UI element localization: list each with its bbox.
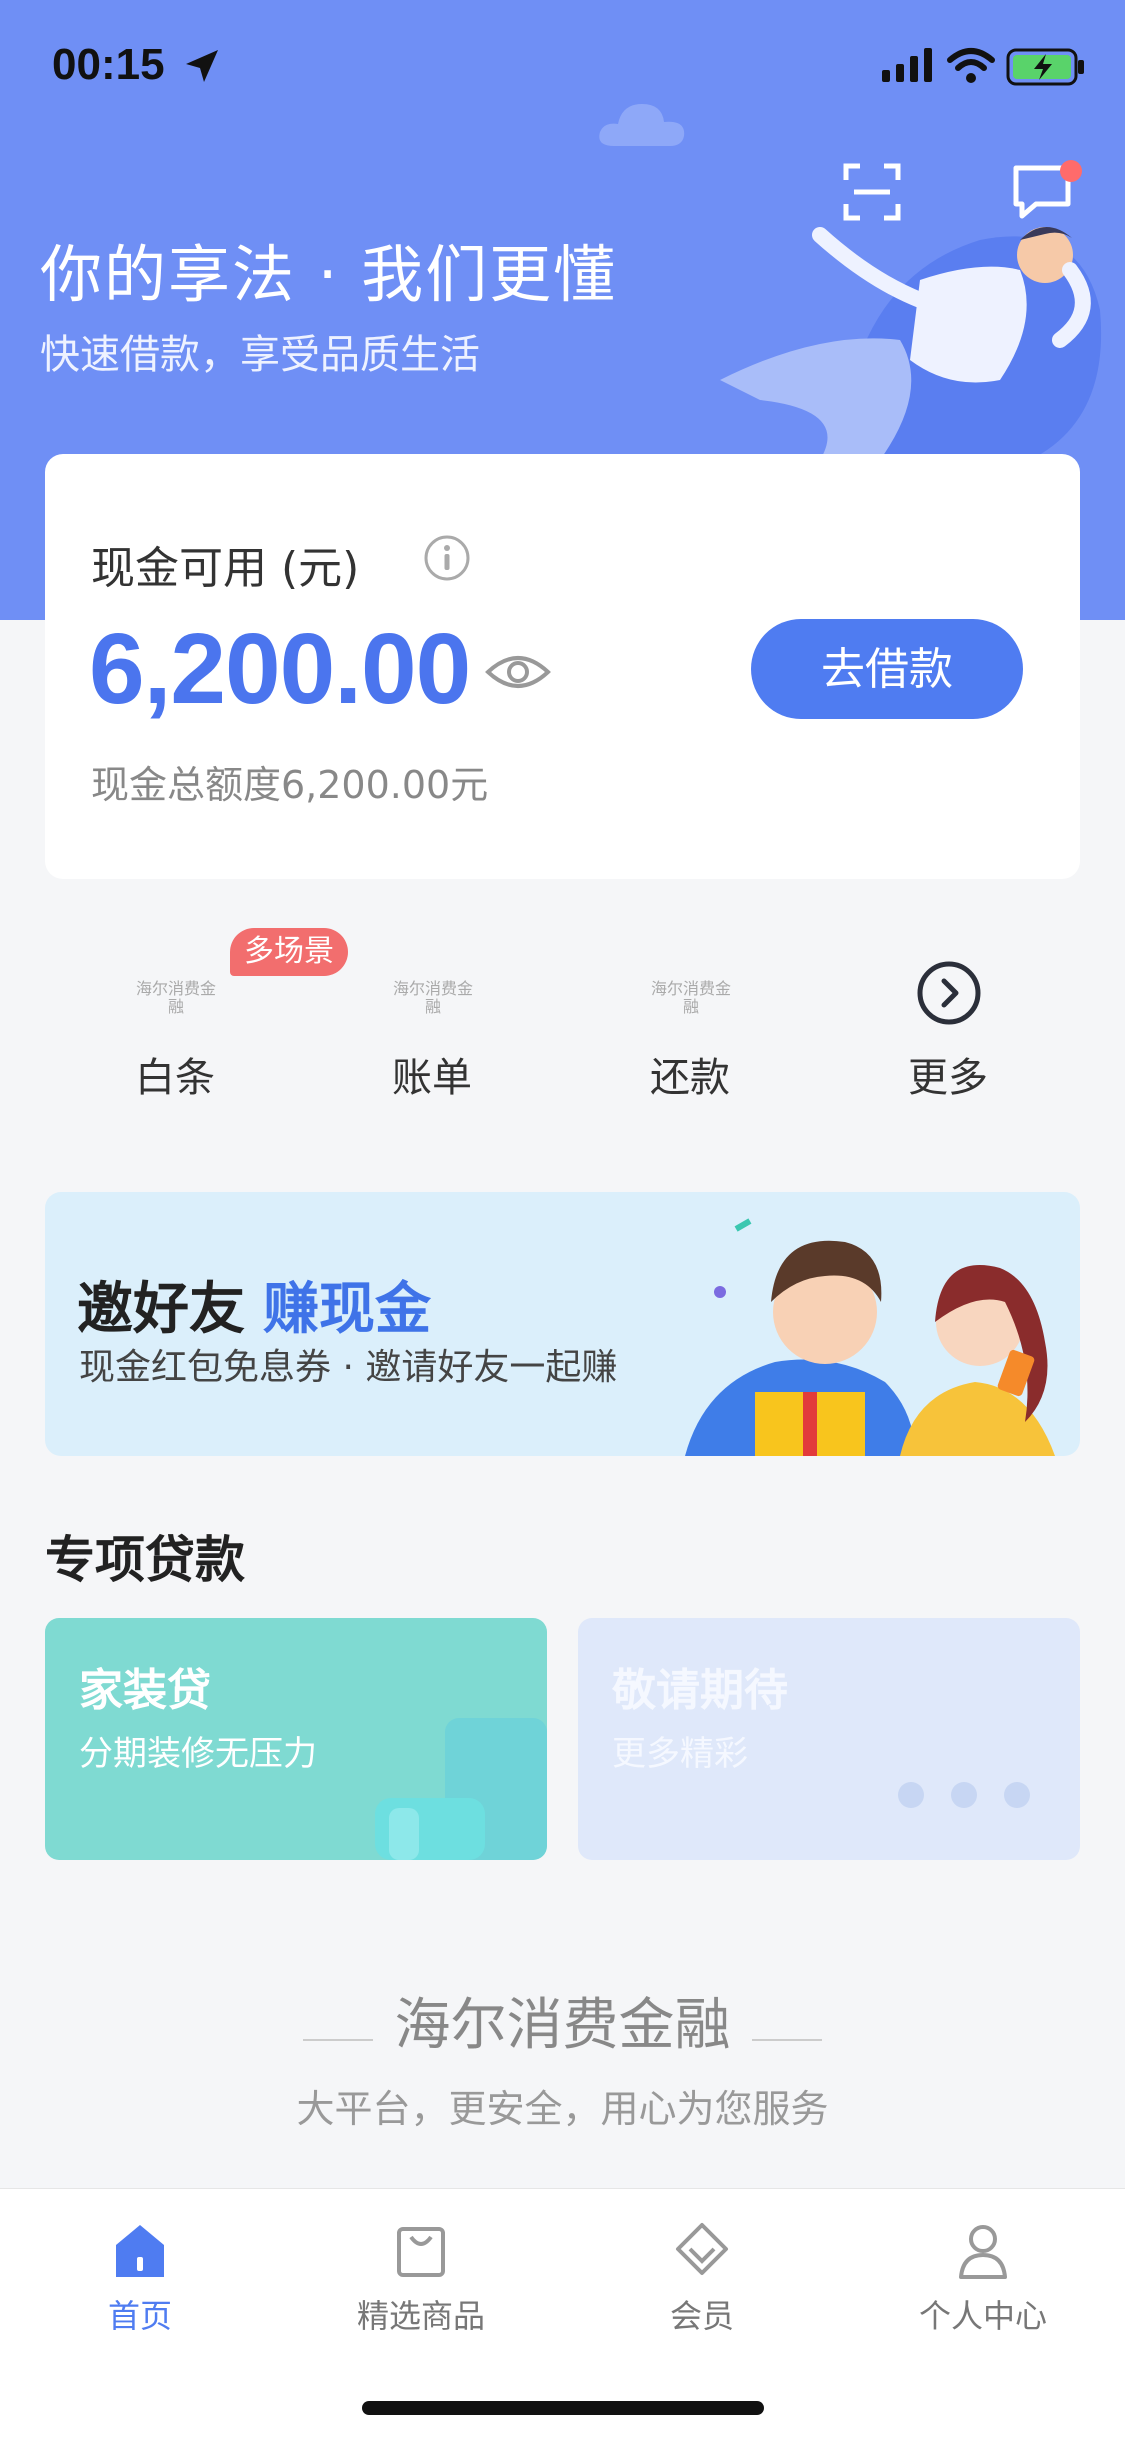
brand-logo: 海尔消费金融 — [394, 1993, 731, 2058]
sofa-icon — [375, 1718, 547, 1860]
loan-card-subtitle: 分期装修无压力 — [79, 1734, 317, 1774]
quick-item-label: 账单 — [392, 1055, 472, 1101]
message-unread-dot — [1060, 160, 1082, 182]
invite-title-main: 邀好友 — [77, 1277, 245, 1342]
wifi-icon — [947, 48, 995, 83]
cash-available-card: 现金可用 (元) 6,200.00 去借款 现金总额度6,200.00元 — [45, 454, 1080, 879]
status-bar: 00:15 — [0, 0, 1125, 140]
hero-subtitle: 快速借款，享受品质生活 — [40, 332, 480, 378]
bottom-tab-bar: 首页 精选商品 会员 个人中心 — [0, 2188, 1125, 2437]
hero-title: 你的享法 · 我们更懂 — [40, 238, 618, 311]
info-icon[interactable] — [423, 534, 471, 582]
tab-featured-products[interactable]: 精选商品 — [321, 2219, 521, 2337]
quick-item-repay[interactable]: 海尔消费金融 还款 — [605, 920, 775, 1120]
person-icon — [959, 2225, 1007, 2279]
invite-title-accent: 赚现金 — [263, 1277, 431, 1342]
tab-profile[interactable]: 个人中心 — [883, 2219, 1083, 2337]
divider-line — [751, 2038, 822, 2041]
friends-gift-illustration — [685, 1218, 1055, 1456]
quick-item-label: 白条 — [135, 1055, 215, 1101]
shopping-bag-icon — [397, 2227, 445, 2277]
tab-label: 个人中心 — [918, 2297, 1047, 2335]
loan-card-subtitle: 更多精彩 — [612, 1734, 748, 1774]
home-renovation-loan-card[interactable]: 家装贷 分期装修无压力 — [45, 1618, 547, 1860]
ellipsis-dots-icon — [898, 1782, 1030, 1808]
cash-available-label: 现金可用 (元) — [91, 543, 360, 594]
tab-membership[interactable]: 会员 — [602, 2219, 802, 2337]
cash-available-amount: 6,200.00 — [89, 613, 471, 725]
tab-label: 精选商品 — [356, 2297, 485, 2335]
borrow-button[interactable]: 去借款 — [751, 619, 1023, 719]
cellular-signal-icon — [882, 48, 932, 82]
tab-label: 首页 — [107, 2297, 172, 2335]
tab-label: 会员 — [669, 2297, 734, 2335]
invite-title: 邀好友 赚现金 — [77, 1264, 431, 1345]
cloud-decoration — [599, 104, 685, 146]
eye-icon[interactable] — [485, 650, 551, 694]
home-icon — [116, 2225, 164, 2277]
invite-subtitle: 现金红包免息券 · 邀请好友一起赚 — [79, 1347, 618, 1388]
quick-item-more[interactable]: 更多 — [863, 920, 1033, 1120]
chevron-right-circle-icon — [917, 961, 981, 1025]
quick-menu: 海尔消费金融 多场景 白条 海尔消费金融 账单 海尔消费金融 还款 更多 — [45, 920, 1080, 1120]
loan-card-title: 敬请期待 — [612, 1665, 788, 1716]
quick-item-bill[interactable]: 海尔消费金融 账单 — [347, 920, 517, 1120]
scan-icon[interactable] — [842, 162, 902, 222]
quick-item-baitiao[interactable]: 海尔消费金融 多场景 白条 — [90, 920, 348, 1120]
divider-line — [303, 2038, 374, 2041]
brand-slogan: 大平台，更安全，用心为您服务 — [296, 2087, 829, 2131]
location-arrow-icon — [186, 50, 218, 82]
brand-logo-icon: 海尔消费金融 — [135, 979, 216, 1016]
tag-icon — [676, 2223, 728, 2275]
home-indicator — [362, 2401, 764, 2415]
tab-home[interactable]: 首页 — [40, 2219, 240, 2337]
footer-brand: 海尔消费金融 — [0, 1980, 1125, 2061]
multi-scene-badge: 多场景 — [230, 928, 348, 976]
battery-charging-icon — [1006, 48, 1084, 86]
brand-logo-icon: 海尔消费金融 — [650, 979, 731, 1016]
brand-logo-icon: 海尔消费金融 — [392, 979, 473, 1016]
invite-friends-banner[interactable]: 邀好友 赚现金 现金红包免息券 · 邀请好友一起赚 — [45, 1192, 1080, 1456]
quick-item-label: 更多 — [908, 1055, 988, 1101]
total-limit-text: 现金总额度6,200.00元 — [91, 763, 489, 807]
special-loans-title: 专项贷款 — [45, 1531, 245, 1589]
quick-item-label: 还款 — [650, 1055, 730, 1101]
status-time: 00:15 — [52, 40, 165, 89]
coming-soon-card: 敬请期待 更多精彩 — [578, 1618, 1080, 1860]
loan-card-title: 家装贷 — [79, 1665, 211, 1716]
